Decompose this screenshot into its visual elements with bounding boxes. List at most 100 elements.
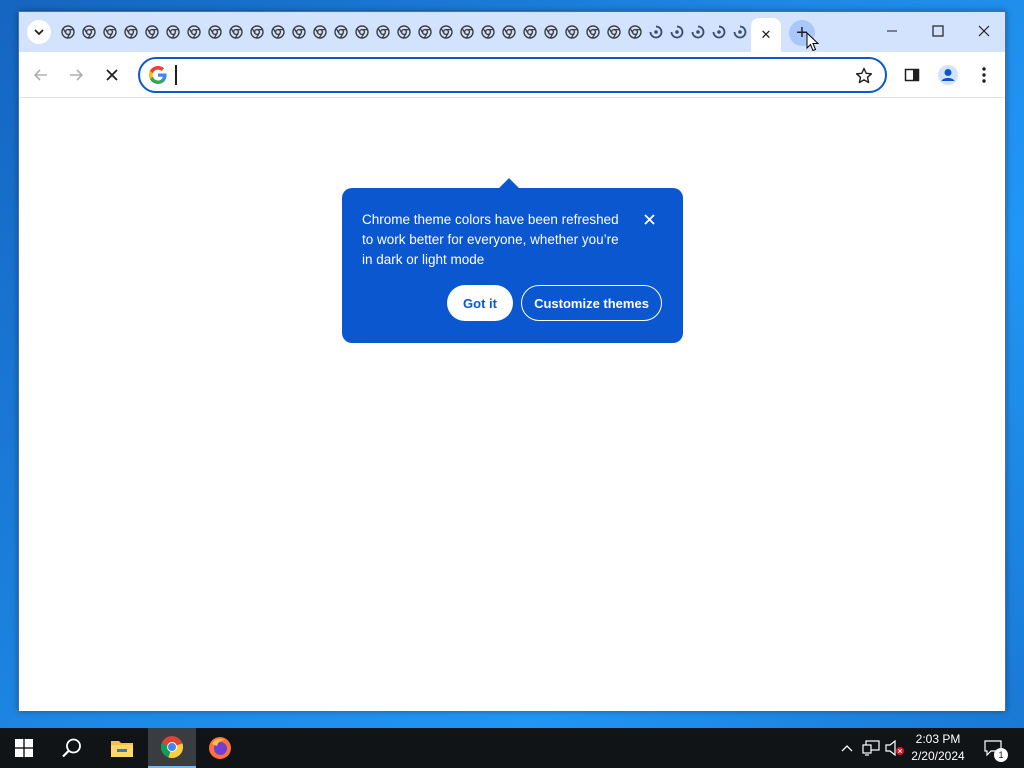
chrome-favicon-icon bbox=[627, 25, 642, 39]
browser-tab[interactable] bbox=[561, 18, 582, 46]
bubble-close-button[interactable] bbox=[640, 210, 658, 228]
chrome-favicon-icon bbox=[249, 25, 264, 39]
browser-tab[interactable] bbox=[603, 18, 624, 46]
network-icon-button[interactable] bbox=[861, 738, 881, 758]
browser-tab[interactable] bbox=[57, 18, 78, 46]
chrome-favicon-icon bbox=[417, 25, 432, 39]
chrome-favicon-icon bbox=[333, 25, 348, 39]
browser-tab[interactable] bbox=[687, 18, 708, 46]
address-bar[interactable] bbox=[138, 57, 887, 93]
browser-tab[interactable] bbox=[645, 18, 666, 46]
browser-tab[interactable] bbox=[204, 18, 225, 46]
menu-button[interactable] bbox=[969, 60, 999, 90]
notification-count-badge: 1 bbox=[994, 748, 1008, 762]
browser-tab[interactable] bbox=[120, 18, 141, 46]
avatar-icon bbox=[938, 65, 958, 85]
firefox-taskbar-button[interactable] bbox=[196, 728, 244, 768]
browser-tab[interactable] bbox=[414, 18, 435, 46]
side-panel-button[interactable] bbox=[897, 60, 927, 90]
clock-date: 2/20/2024 bbox=[911, 749, 965, 763]
browser-tab[interactable] bbox=[141, 18, 162, 46]
start-button[interactable] bbox=[0, 728, 48, 768]
browser-tab[interactable] bbox=[393, 18, 414, 46]
volume-muted-icon bbox=[885, 740, 904, 756]
browser-tab[interactable] bbox=[372, 18, 393, 46]
loading-spinner-icon bbox=[733, 25, 746, 39]
chrome-favicon-icon bbox=[585, 25, 600, 39]
profile-button[interactable] bbox=[933, 60, 963, 90]
page-content: Chrome theme colors have been refreshed … bbox=[19, 98, 1005, 711]
chrome-favicon-icon bbox=[228, 25, 243, 39]
address-input[interactable] bbox=[174, 64, 834, 86]
close-window-button[interactable] bbox=[961, 12, 1007, 50]
browser-tab[interactable] bbox=[267, 18, 288, 46]
maximize-button[interactable] bbox=[915, 12, 961, 50]
chrome-taskbar-button[interactable] bbox=[148, 728, 196, 768]
chrome-favicon-icon bbox=[522, 25, 537, 39]
minimize-button[interactable] bbox=[869, 12, 915, 50]
search-icon bbox=[62, 738, 81, 758]
browser-tab[interactable] bbox=[456, 18, 477, 46]
browser-tab[interactable] bbox=[162, 18, 183, 46]
search-button[interactable] bbox=[48, 728, 96, 768]
customize-themes-button[interactable]: Customize themes bbox=[521, 285, 662, 321]
google-g-icon bbox=[149, 66, 167, 84]
browser-tab[interactable] bbox=[498, 18, 519, 46]
browser-tab[interactable] bbox=[540, 18, 561, 46]
browser-tab[interactable] bbox=[183, 18, 204, 46]
browser-tab[interactable] bbox=[582, 18, 603, 46]
file-explorer-button[interactable] bbox=[98, 728, 146, 768]
chrome-window: ✕ + Chrome theme colors have been refres… bbox=[18, 11, 1006, 711]
browser-tab[interactable] bbox=[708, 18, 729, 46]
browser-tab[interactable] bbox=[519, 18, 540, 46]
browser-tab[interactable] bbox=[288, 18, 309, 46]
network-icon bbox=[862, 740, 880, 756]
chrome-favicon-icon bbox=[144, 25, 159, 39]
browser-tab[interactable] bbox=[330, 18, 351, 46]
clock-time: 2:03 PM bbox=[915, 732, 961, 746]
browser-tab[interactable] bbox=[78, 18, 99, 46]
browser-tab[interactable] bbox=[435, 18, 456, 46]
tab-list bbox=[57, 18, 750, 46]
loading-spinner-icon bbox=[691, 25, 704, 39]
stop-loading-button[interactable] bbox=[97, 60, 127, 90]
browser-tab[interactable] bbox=[246, 18, 267, 46]
mouse-cursor-icon bbox=[806, 32, 820, 52]
chrome-favicon-icon bbox=[186, 25, 201, 39]
back-button[interactable] bbox=[26, 60, 56, 90]
action-center-button[interactable]: 1 bbox=[982, 738, 1008, 762]
got-it-button[interactable]: Got it bbox=[447, 285, 513, 321]
browser-tab[interactable] bbox=[351, 18, 372, 46]
chrome-favicon-icon bbox=[60, 25, 75, 39]
close-icon bbox=[643, 213, 655, 225]
active-tab[interactable]: ✕ bbox=[751, 18, 781, 52]
close-tab-icon[interactable]: ✕ bbox=[761, 27, 772, 43]
taskbar: 2:03 PM 2/20/2024 1 bbox=[0, 728, 1024, 768]
bookmark-star-button[interactable] bbox=[853, 65, 875, 87]
chrome-favicon-icon bbox=[564, 25, 579, 39]
text-caret bbox=[175, 65, 177, 85]
chrome-favicon-icon bbox=[291, 25, 306, 39]
firefox-icon bbox=[209, 737, 231, 759]
browser-tab[interactable] bbox=[666, 18, 687, 46]
browser-tab[interactable] bbox=[477, 18, 498, 46]
browser-tab[interactable] bbox=[624, 18, 645, 46]
chrome-favicon-icon bbox=[81, 25, 96, 39]
browser-tab[interactable] bbox=[309, 18, 330, 46]
system-clock[interactable]: 2:03 PM 2/20/2024 bbox=[904, 731, 972, 765]
chevron-down-icon bbox=[34, 29, 44, 36]
browser-tab[interactable] bbox=[99, 18, 120, 46]
forward-button[interactable] bbox=[61, 60, 91, 90]
volume-icon-button[interactable] bbox=[885, 738, 905, 758]
chrome-favicon-icon bbox=[165, 25, 180, 39]
show-hidden-icons-button[interactable] bbox=[837, 738, 857, 758]
browser-tab[interactable] bbox=[729, 18, 750, 46]
stop-icon bbox=[106, 69, 118, 81]
browser-tab[interactable] bbox=[225, 18, 246, 46]
folder-icon bbox=[111, 741, 133, 757]
tab-search-button[interactable] bbox=[27, 20, 51, 44]
chrome-favicon-icon bbox=[396, 25, 411, 39]
bubble-arrow bbox=[499, 178, 519, 198]
toolbar bbox=[19, 52, 1005, 98]
chrome-favicon-icon bbox=[543, 25, 558, 39]
